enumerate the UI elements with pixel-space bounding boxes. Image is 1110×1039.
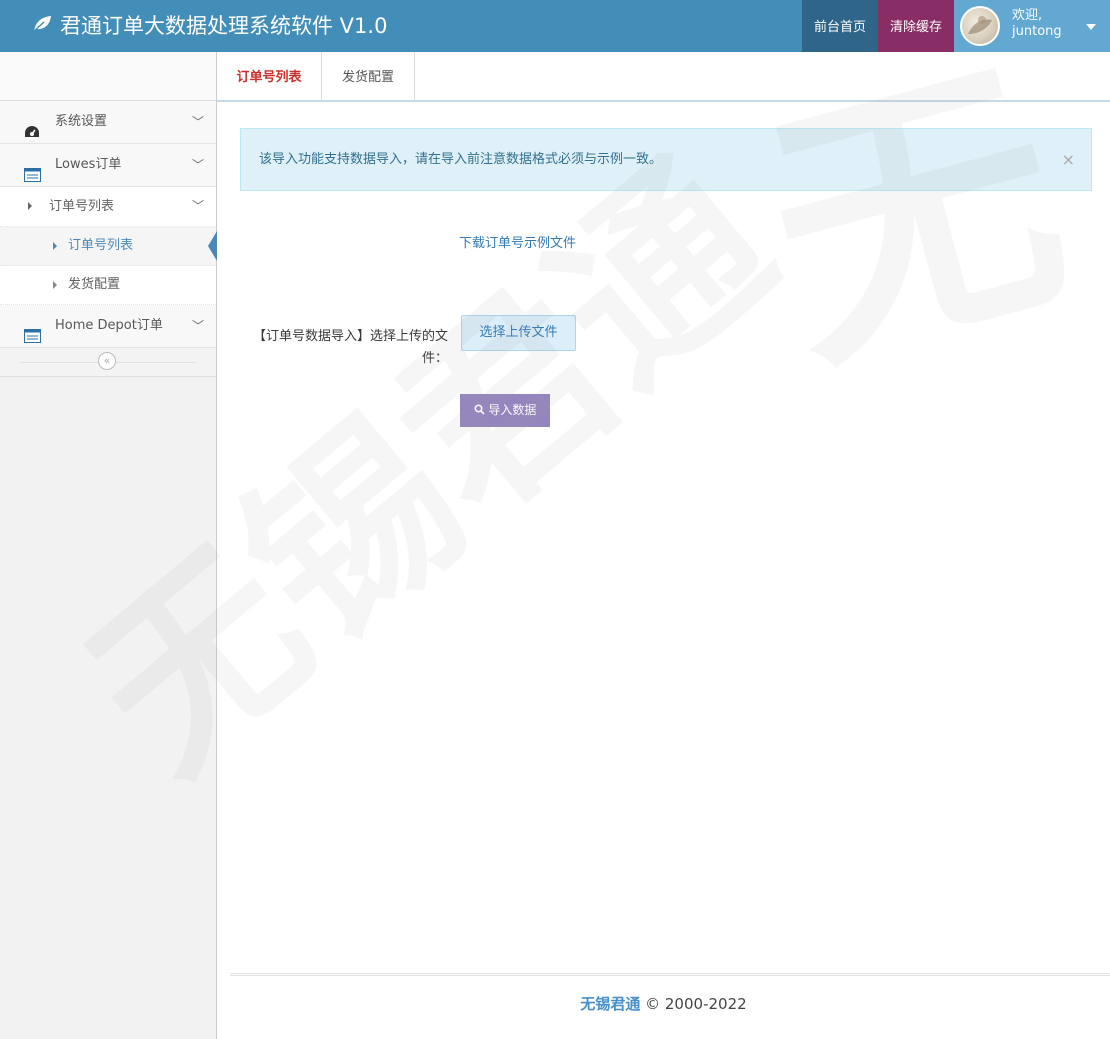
sidebar-leaf-shipping-config[interactable]: 发货配置	[0, 266, 216, 305]
import-field-label: 【订单号数据导入】选择上传的文件：	[252, 329, 448, 366]
alert-text: 该导入功能支持数据导入，请在导入前注意数据格式必须与示例一致。	[259, 152, 663, 167]
caret-right-icon	[53, 242, 57, 250]
user-info: 欢迎, juntong	[1012, 8, 1062, 40]
footer-copyright: © 2000-2022	[645, 995, 747, 1013]
footer-divider	[230, 973, 1110, 976]
tab-order-list[interactable]: 订单号列表	[217, 52, 322, 100]
top-navbar: 君通订单大数据处理系统软件 V1.0 前台首页 清除缓存 欢迎, juntong	[0, 0, 1110, 52]
sidebar-leaf-label: 订单号列表	[68, 238, 134, 253]
sidebar-subitem-label: 订单号列表	[49, 199, 115, 214]
sidebar-item-home-depot-orders[interactable]: Home Depot订单 ﹀	[0, 305, 216, 348]
sidebar-collapse: «	[0, 348, 216, 377]
sidebar-item-lowes-orders[interactable]: Lowes订单 ﹀	[0, 144, 216, 187]
sidebar-item-label: 系统设置	[55, 114, 108, 129]
sidebar-item-label: Home Depot订单	[55, 318, 163, 333]
sidebar-subitem-order-list[interactable]: 订单号列表 ﹀	[0, 187, 216, 227]
sidebar-leaf-label: 发货配置	[68, 277, 121, 292]
close-icon[interactable]: ×	[1062, 129, 1075, 190]
tab-bar: 订单号列表 发货配置	[217, 52, 1110, 102]
chevron-down-icon: ﹀	[191, 158, 204, 172]
leaf-icon	[32, 0, 52, 52]
avatar	[960, 6, 1000, 46]
import-data-button[interactable]: 导入数据	[460, 394, 550, 427]
sidebar: 系统设置 ﹀ Lowes订单 ﹀ 订单号列表 ﹀ 订单号列表 发货配置 Home…	[0, 52, 217, 1039]
choose-file-button[interactable]: 选择上传文件	[461, 315, 576, 351]
chevron-down-icon: ﹀	[191, 115, 204, 129]
chevron-down-icon: ﹀	[191, 319, 204, 333]
username-text: juntong	[1012, 24, 1062, 39]
sidebar-shortcuts	[0, 52, 216, 101]
sidebar-item-label: Lowes订单	[55, 157, 122, 172]
brand[interactable]: 君通订单大数据处理系统软件 V1.0	[32, 0, 387, 52]
front-page-button[interactable]: 前台首页	[802, 0, 878, 52]
search-icon	[474, 403, 489, 417]
caret-right-icon	[53, 281, 57, 289]
sidebar-leaf-order-list[interactable]: 订单号列表	[0, 227, 217, 266]
user-menu[interactable]: 欢迎, juntong	[954, 0, 1110, 52]
download-sample-link[interactable]: 下载订单号示例文件	[459, 222, 589, 265]
footer-brand: 无锡君通	[580, 995, 641, 1013]
brand-title: 君通订单大数据处理系统软件 V1.0	[60, 14, 388, 38]
sidebar-item-system-settings[interactable]: 系统设置 ﹀	[0, 101, 216, 144]
welcome-text: 欢迎,	[1012, 8, 1043, 23]
tab-shipping-config[interactable]: 发货配置	[322, 52, 415, 100]
clear-cache-button[interactable]: 清除缓存	[878, 0, 954, 52]
footer: 无锡君通 © 2000-2022	[217, 993, 1110, 1014]
info-alert: 该导入功能支持数据导入，请在导入前注意数据格式必须与示例一致。 ×	[240, 128, 1092, 191]
chevron-down-icon: ﹀	[191, 199, 204, 213]
import-data-label: 导入数据	[488, 403, 537, 417]
double-left-icon[interactable]: «	[98, 352, 116, 370]
caret-right-icon	[28, 202, 32, 210]
caret-down-icon	[1086, 24, 1096, 30]
